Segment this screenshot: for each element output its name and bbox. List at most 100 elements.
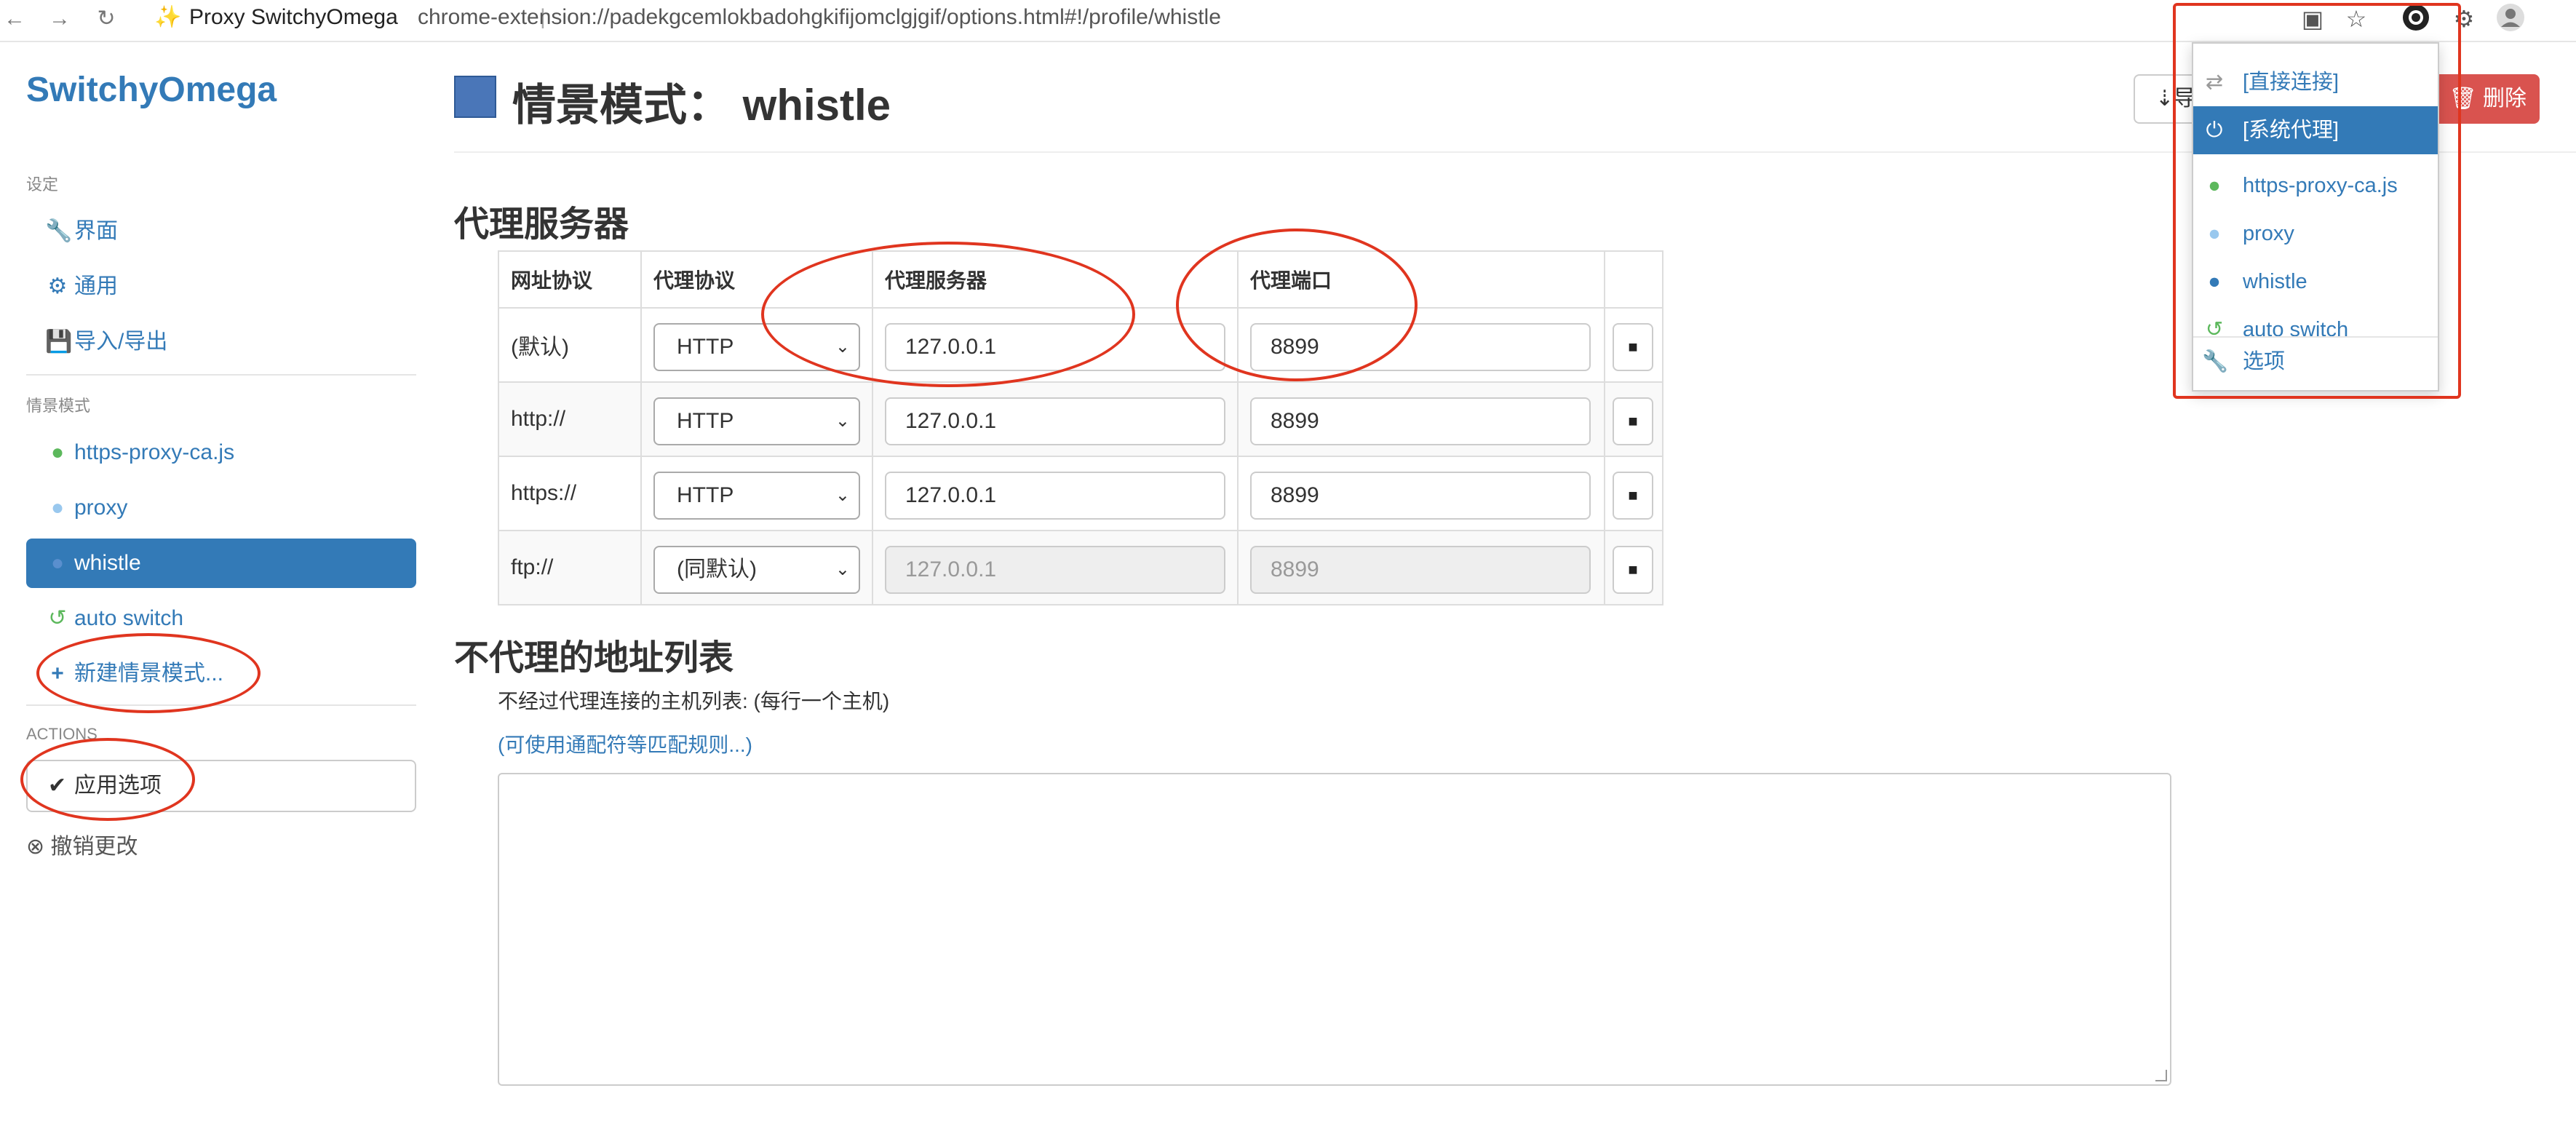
sidebar-item-general[interactable]: ⚙ 通用 <box>26 262 416 311</box>
popup-item-proxy[interactable]: ● proxy <box>2193 210 2438 258</box>
lock-button[interactable]: ■ <box>1613 546 1653 594</box>
browser-toolbar: ← → ↻ ✨ Proxy SwitchyOmega | chrome-exte… <box>0 0 2576 42</box>
table-row: (默认) HTTP ⌄ 127.0.0.1 8899 ■ <box>498 307 1663 383</box>
popup-item-options[interactable]: 🔧 选项 <box>2193 338 2438 386</box>
brand-logo[interactable]: SwitchyOmega <box>26 70 277 110</box>
popup-item-label: whistle <box>2243 270 2307 293</box>
chevron-down-icon: ⌄ <box>835 337 850 357</box>
sidebar-divider <box>26 374 416 376</box>
protocol-select[interactable]: HTTP ⌄ <box>653 323 860 371</box>
popup-item-https-proxy-ca[interactable]: ● https-proxy-ca.js <box>2193 162 2438 210</box>
profiles-header: 情景模式 <box>26 397 91 415</box>
globe-icon: ● <box>2208 174 2221 197</box>
lock-button[interactable]: ■ <box>1613 397 1653 445</box>
sidebar-item-label: whistle <box>74 551 141 575</box>
page-title: 情景模式： whistle <box>512 81 891 130</box>
trash-icon: 🗑 <box>2449 87 2477 111</box>
server-input[interactable]: 127.0.0.1 <box>885 323 1225 371</box>
protocol-value: (同默认) <box>677 557 757 581</box>
discard-changes-link[interactable]: ⊗ 撤销更改 <box>26 828 138 860</box>
protocol-value: HTTP <box>677 335 734 359</box>
new-profile-link[interactable]: + 新建情景模式... <box>26 649 416 699</box>
port-input-disabled: 8899 <box>1250 546 1591 594</box>
gear-icon: ⚙ <box>47 274 68 298</box>
popup-item-system-proxy[interactable]: ⏻ [系统代理] <box>2193 106 2438 154</box>
wildcard-rules-link[interactable]: (可使用通配符等匹配规则...) <box>498 729 752 758</box>
globe-icon: ● <box>50 551 65 575</box>
bypass-list-textarea[interactable] <box>498 773 2171 1086</box>
globe-icon: ● <box>50 440 65 464</box>
forward-icon[interactable]: → <box>45 4 74 33</box>
check-circle-icon: ✔ <box>48 774 67 798</box>
sidebar-item-label: https-proxy-ca.js <box>74 440 235 464</box>
sidebar-item-proxy[interactable]: ● proxy <box>26 483 416 533</box>
popup-item-label: [直接连接] <box>2243 71 2340 94</box>
profile-avatar-icon[interactable] <box>2494 3 2527 35</box>
sidebar-divider <box>26 704 416 706</box>
site-name: Proxy SwitchyOmega <box>189 5 398 29</box>
protocol-select[interactable]: HTTP ⌄ <box>653 472 860 520</box>
power-icon: ⏻ <box>2206 119 2223 142</box>
scheme-cell: https:// <box>498 456 642 531</box>
translate-icon[interactable]: ▣ <box>2297 3 2329 35</box>
address-bar[interactable]: ✨ Proxy SwitchyOmega | chrome-extension:… <box>138 1 2132 33</box>
download-icon: ⇣ <box>2155 87 2174 111</box>
resize-handle-icon[interactable] <box>2155 1070 2167 1081</box>
chevron-down-icon: ⌄ <box>835 411 850 431</box>
column-header: 网址协议 <box>498 250 642 309</box>
close-circle-icon: ⊗ <box>26 835 45 859</box>
sidebar-item-label: 通用 <box>74 274 118 298</box>
sidebar-item-auto-switch[interactable]: ↺ auto switch <box>26 594 416 643</box>
star-icon[interactable]: ☆ <box>2340 3 2372 35</box>
profile-color-swatch[interactable] <box>454 76 496 118</box>
globe-icon: ● <box>50 496 65 520</box>
transfer-icon: ⇄ <box>2205 71 2224 94</box>
sidebar-item-label: 导入/导出 <box>74 330 168 354</box>
popup-item-label: [系统代理] <box>2243 119 2340 142</box>
proxy-servers-table: 网址协议 代理协议 代理服务器 代理端口 (默认) HTTP ⌄ 127.0.0.… <box>498 250 1663 605</box>
protocol-select[interactable]: (同默认) ⌄ <box>653 546 860 594</box>
port-input[interactable]: 8899 <box>1250 397 1591 445</box>
port-input[interactable]: 8899 <box>1250 323 1591 371</box>
lock-button[interactable]: ■ <box>1613 472 1653 520</box>
column-header-lock <box>1604 250 1663 309</box>
proxy-servers-title: 代理服务器 <box>454 205 629 244</box>
sidebar-item-import-export[interactable]: 💾 导入/导出 <box>26 317 416 367</box>
lock-button[interactable]: ■ <box>1613 323 1653 371</box>
table-row: ftp:// (同默认) ⌄ 127.0.0.1 8899 ■ <box>498 530 1663 605</box>
sidebar-item-interface[interactable]: 🔧 界面 <box>26 207 416 256</box>
switch-icon: ↺ <box>48 606 67 630</box>
popup-item-direct[interactable]: ⇄ [直接连接] <box>2193 58 2438 106</box>
delete-button[interactable]: 🗑 删除 <box>2435 74 2540 124</box>
switchyomega-extension-icon[interactable] <box>2400 3 2432 35</box>
popup-item-label: 选项 <box>2243 350 2286 373</box>
protocol-select[interactable]: HTTP ⌄ <box>653 397 860 445</box>
lock-icon: ■ <box>1628 338 1638 356</box>
protocol-value: HTTP <box>677 409 734 433</box>
apply-options-button[interactable]: ✔ 应用选项 <box>26 760 416 812</box>
switchyomega-popup-menu: ⇄ [直接连接] ⏻ [系统代理] ● https-proxy-ca.js ● … <box>2192 42 2439 392</box>
sidebar-item-label: proxy <box>74 496 128 520</box>
reload-icon[interactable]: ↻ <box>92 4 121 33</box>
sidebar-item-whistle[interactable]: ● whistle <box>26 539 416 588</box>
server-input-disabled: 127.0.0.1 <box>885 546 1225 594</box>
back-icon[interactable]: ← <box>0 4 29 33</box>
sidebar-item-label: auto switch <box>74 606 184 630</box>
lock-icon: ■ <box>1628 560 1638 579</box>
actions-header: ACTIONS <box>26 725 98 743</box>
wrench-icon: 🔧 <box>2202 350 2229 373</box>
scheme-cell: ftp:// <box>498 530 642 605</box>
port-input[interactable]: 8899 <box>1250 472 1591 520</box>
delete-label: 删除 <box>2483 87 2527 111</box>
extensions-icon[interactable]: ⚙ <box>2448 3 2480 35</box>
protocol-value: HTTP <box>677 483 734 507</box>
sidebar-item-https-proxy-ca[interactable]: ● https-proxy-ca.js <box>26 428 416 477</box>
server-input[interactable]: 127.0.0.1 <box>885 397 1225 445</box>
popup-item-whistle[interactable]: ● whistle <box>2193 258 2438 306</box>
server-input[interactable]: 127.0.0.1 <box>885 472 1225 520</box>
table-row: http:// HTTP ⌄ 127.0.0.1 8899 ■ <box>498 381 1663 457</box>
bypass-list-title: 不代理的地址列表 <box>454 639 734 678</box>
sidebar-item-label: 界面 <box>74 219 118 243</box>
discard-label: 撤销更改 <box>50 835 138 859</box>
url-text: chrome-extension://padekgcemlokbadohgkif… <box>418 5 1221 29</box>
